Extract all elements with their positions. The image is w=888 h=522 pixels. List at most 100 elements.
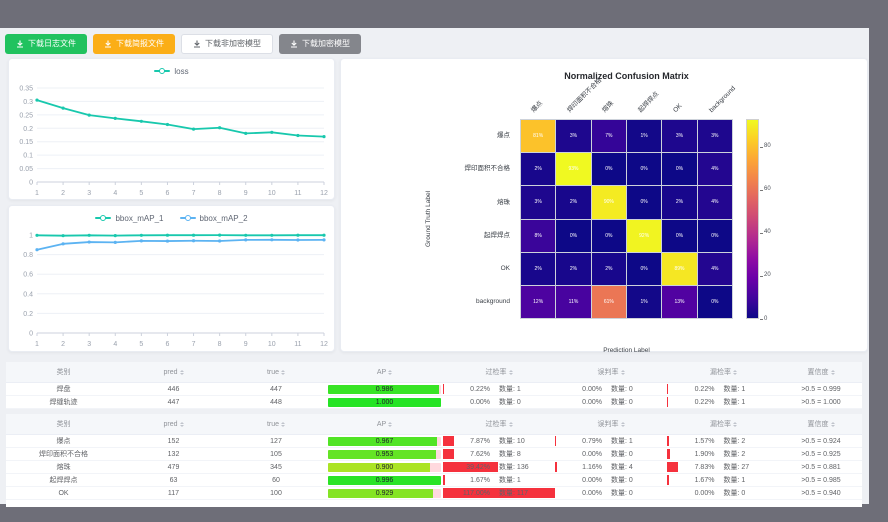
sort-icon[interactable] [281, 420, 285, 429]
matrix-xlabel: Prediction Label [520, 347, 733, 354]
matrix-cell: 12% [521, 286, 555, 318]
sort-desc-icon [180, 425, 184, 429]
download-unencrypted-model-button[interactable]: 下载非加密模型 [181, 34, 273, 54]
sort-icon[interactable] [180, 368, 184, 377]
sort-desc-icon [509, 425, 513, 429]
sort-icon[interactable] [621, 368, 625, 377]
matrix-cell: 4% [698, 186, 732, 218]
sort-icon[interactable] [388, 420, 392, 429]
download-report-button[interactable]: 下载简报文件 [93, 34, 175, 54]
column-header-漏检率[interactable]: 漏检率 [667, 367, 780, 377]
svg-text:10: 10 [268, 341, 276, 348]
loss-chart: 00.050.10.150.20.250.30.3512345678910111… [9, 80, 334, 198]
legend-item-bbox_mAP_1[interactable]: bbox_mAP_1 [95, 214, 163, 223]
column-header-true[interactable]: true [226, 368, 326, 377]
colorbar-tick-label: 60 [764, 186, 771, 192]
metric-percent: 7.87% [443, 438, 490, 445]
sort-icon[interactable] [831, 420, 835, 429]
column-header-pred[interactable]: pred [121, 368, 226, 377]
metric-percent: 0.00% [555, 490, 602, 497]
legend-item-bbox_mAP_2[interactable]: bbox_mAP_2 [180, 214, 248, 223]
column-header-AP[interactable]: AP [326, 420, 443, 429]
matrix-cell: 3% [556, 120, 590, 152]
matrix-title: Normalized Confusion Matrix [520, 71, 733, 81]
svg-text:11: 11 [294, 190, 301, 197]
sort-desc-icon [831, 373, 835, 377]
metric-percent: 0.22% [443, 386, 490, 393]
sort-icon[interactable] [733, 368, 737, 377]
column-header-置信度[interactable]: 置信度 [780, 419, 862, 429]
matrix-cell: 2% [521, 153, 555, 185]
matrix-cell: 90% [592, 186, 626, 218]
column-header-label: true [267, 421, 279, 428]
legend-label: bbox_mAP_2 [200, 214, 248, 223]
column-header-误判率[interactable]: 误判率 [555, 419, 667, 429]
matrix-cell: 0% [556, 220, 590, 252]
column-header-label: 置信度 [808, 419, 829, 429]
class-cell: 爆点 [6, 436, 121, 446]
metric-count: 数量: 0 [611, 449, 633, 459]
metric-percent: 1.67% [667, 477, 714, 484]
svg-text:4: 4 [113, 341, 117, 348]
sort-icon[interactable] [509, 420, 513, 429]
metric-percent: 1.67% [443, 477, 490, 484]
metric-count: 数量: 0 [611, 475, 633, 485]
legend-label: bbox_mAP_1 [115, 214, 163, 223]
svg-text:2: 2 [61, 341, 65, 348]
legend-marker [154, 70, 170, 72]
download-encrypted-model-button[interactable]: 下载加密模型 [279, 34, 361, 54]
sort-asc-icon [831, 368, 835, 372]
true-cell: 447 [226, 386, 326, 393]
sort-asc-icon [281, 420, 285, 424]
metric-percent: 0.79% [555, 438, 602, 445]
metrics-table-2: 类别predtrueAP过检率误判率漏检率置信度爆点1521270.9677.8… [6, 414, 862, 507]
svg-text:0.05: 0.05 [19, 166, 33, 173]
column-header-误判率[interactable]: 误判率 [555, 367, 667, 377]
pred-cell: 479 [121, 464, 226, 471]
sort-icon[interactable] [281, 368, 285, 377]
button-label: 下载加密模型 [302, 40, 350, 48]
metric-count: 数量: 10 [499, 436, 525, 446]
sort-icon[interactable] [733, 420, 737, 429]
column-header-pred[interactable]: pred [121, 420, 226, 429]
column-header-true[interactable]: true [226, 420, 326, 429]
column-header-过检率[interactable]: 过检率 [443, 367, 555, 377]
metrics-tables: 类别predtrueAP过检率误判率漏检率置信度焊盘4464470.9860.2… [6, 362, 862, 507]
ap-bar-track: 0.953 [328, 450, 441, 459]
sort-icon[interactable] [621, 420, 625, 429]
ap-value: 0.986 [328, 385, 441, 394]
miss-cell: 1.57%数量: 2 [667, 435, 780, 447]
matrix-cell: 3% [521, 186, 555, 218]
colorbar-tick [760, 233, 763, 234]
svg-text:5: 5 [139, 190, 143, 197]
sort-icon[interactable] [509, 368, 513, 377]
matrix-cell: 2% [662, 186, 696, 218]
svg-text:8: 8 [218, 190, 222, 197]
legend-item-loss[interactable]: loss [154, 67, 188, 76]
sort-asc-icon [621, 420, 625, 424]
true-cell: 60 [226, 477, 326, 484]
column-header-AP[interactable]: AP [326, 368, 443, 377]
column-header-过检率[interactable]: 过检率 [443, 419, 555, 429]
sort-icon[interactable] [831, 368, 835, 377]
class-cell: OK [6, 490, 121, 497]
metric-percent: 39.42% [443, 464, 490, 471]
metric-count: 数量: 0 [611, 384, 633, 394]
misjudge-cell: 0.00%数量: 0 [555, 396, 667, 408]
matrix-cell: 0% [698, 286, 732, 318]
sort-icon[interactable] [180, 420, 184, 429]
column-header-置信度[interactable]: 置信度 [780, 367, 862, 377]
column-header-漏检率[interactable]: 漏检率 [667, 419, 780, 429]
svg-text:9: 9 [244, 190, 248, 197]
matrix-cell: 2% [521, 253, 555, 285]
map-chart: 00.20.40.60.81123456789101112 [9, 227, 334, 349]
download-log-button[interactable]: 下载日志文件 [5, 34, 87, 54]
metric-count: 数量: 27 [723, 462, 749, 472]
sort-icon[interactable] [388, 368, 392, 377]
ap-value: 0.929 [328, 489, 441, 498]
metric-count: 数量: 1 [611, 436, 633, 446]
matrix-cell: 3% [698, 120, 732, 152]
true-cell: 127 [226, 438, 326, 445]
misjudge-cell: 0.00%数量: 0 [555, 383, 667, 395]
table-header-row: 类别predtrueAP过检率误判率漏检率置信度 [6, 414, 862, 435]
